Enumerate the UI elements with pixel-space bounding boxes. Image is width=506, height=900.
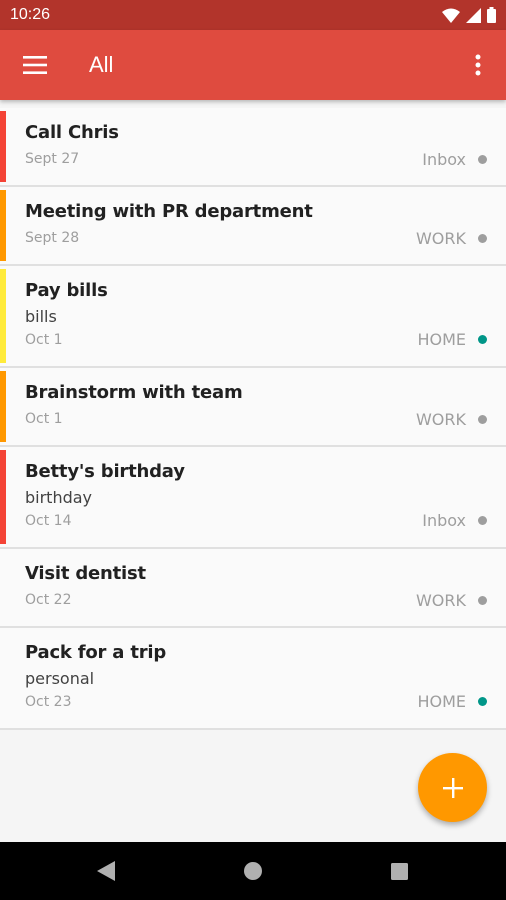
task-note: personal (25, 669, 95, 688)
task-project: WORK (415, 410, 466, 429)
more-options-button[interactable] (450, 30, 506, 100)
priority-bar (0, 450, 6, 544)
app-bar: All (0, 30, 506, 100)
task-title: Call Chris (25, 122, 119, 143)
priority-bar (0, 190, 6, 261)
task-project: HOME (417, 692, 466, 711)
task-date: Oct 23 (25, 694, 72, 710)
task-title: Meeting with PR department (25, 201, 313, 222)
back-button[interactable] (76, 842, 136, 900)
wifi-icon (442, 8, 460, 23)
priority-bar (0, 111, 6, 182)
plus-icon (442, 777, 463, 798)
task-item[interactable]: Betty's birthday birthday Oct 14 Inbox (0, 447, 506, 549)
more-vert-icon (475, 54, 481, 76)
task-project: Inbox (422, 150, 466, 169)
task-project: Inbox (422, 511, 466, 530)
add-task-button[interactable] (418, 753, 487, 822)
task-project: WORK (415, 229, 466, 248)
task-note: birthday (25, 488, 93, 507)
menu-button[interactable] (0, 30, 70, 100)
task-item[interactable]: Visit dentist Oct 22 WORK (0, 549, 506, 628)
task-date: Oct 1 (25, 411, 63, 427)
task-item[interactable]: Meeting with PR department Sept 28 WORK (0, 187, 506, 266)
page-title: All (89, 52, 114, 77)
task-title: Pay bills (25, 280, 108, 301)
task-item[interactable]: Pay bills bills Oct 1 HOME (0, 266, 506, 368)
home-circle-icon (244, 862, 262, 880)
task-title: Pack for a trip (25, 642, 167, 663)
recents-button[interactable] (369, 842, 429, 900)
system-nav-bar (0, 842, 506, 900)
task-item[interactable]: Pack for a trip personal Oct 23 HOME (0, 628, 506, 730)
task-list: Call Chris Sept 27 Inbox Meeting with PR… (0, 108, 506, 730)
task-date: Sept 28 (25, 230, 80, 246)
battery-icon (487, 7, 496, 23)
priority-bar (0, 371, 6, 442)
task-date: Oct 1 (25, 332, 63, 348)
status-time: 10:26 (10, 6, 51, 23)
task-project: WORK (415, 591, 466, 610)
priority-bar (0, 269, 6, 363)
task-title: Betty's birthday (25, 461, 185, 482)
project-dot (478, 415, 487, 424)
task-date: Sept 27 (25, 151, 80, 167)
project-dot (478, 234, 487, 243)
home-button[interactable] (223, 842, 283, 900)
task-title: Brainstorm with team (25, 382, 243, 403)
task-date: Oct 14 (25, 513, 72, 529)
hamburger-menu-icon (23, 56, 47, 74)
project-dot (478, 596, 487, 605)
task-item[interactable]: Call Chris Sept 27 Inbox (0, 108, 506, 187)
project-dot (478, 155, 487, 164)
signal-icon (466, 7, 481, 23)
project-dot (478, 516, 487, 525)
task-item[interactable]: Brainstorm with team Oct 1 WORK (0, 368, 506, 447)
task-note: bills (25, 307, 57, 326)
status-bar: 10:26 (0, 0, 506, 30)
task-project: HOME (417, 330, 466, 349)
project-dot (478, 697, 487, 706)
back-triangle-icon (97, 861, 115, 881)
screen: 10:26 All Call Chris Sept 27 Inbox Meeti… (0, 0, 506, 900)
project-dot (478, 335, 487, 344)
task-date: Oct 22 (25, 592, 72, 608)
status-icons (442, 7, 496, 23)
task-title: Visit dentist (25, 563, 146, 584)
recents-square-icon (390, 862, 408, 880)
